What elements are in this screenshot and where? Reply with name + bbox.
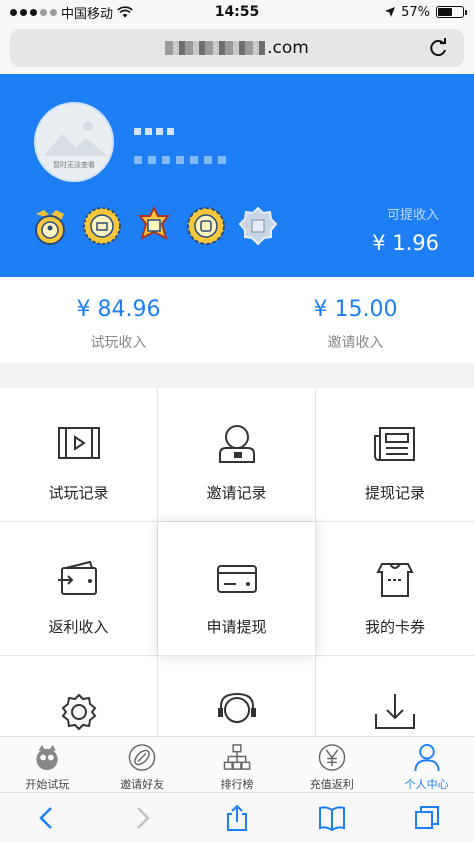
url-masked-part [165,41,266,55]
withdraw-records-button[interactable]: 提现记录 [316,388,474,522]
invite-income[interactable]: ¥ 15.00 邀请收入 [237,277,474,363]
trial-income-value: ¥ 84.96 [76,297,161,322]
coupon-icon [376,563,414,597]
trial-records-button[interactable]: 试玩记录 [0,388,158,522]
avatar-caption: 暂时无法查看 [53,161,95,169]
trial-records-label: 试玩记录 [48,484,109,502]
username-masked [134,120,194,135]
hierarchy-icon [223,744,251,770]
battery-percent: 57% [401,4,430,20]
tab-leaderboard[interactable]: 排行榜 [190,737,285,792]
badge-2-icon[interactable] [82,206,122,246]
browser-toolbar [0,792,474,842]
withdrawable-balance: 可提收入 ¥ 1.96 [372,204,439,255]
user-id-masked [134,156,226,164]
badge-4-icon[interactable] [186,206,226,246]
apply-withdraw-label: 申请提现 [206,618,267,636]
battery-icon [436,6,467,18]
profile-header: 暂时无法查看 可提收入 ¥ 1.96 [0,74,474,277]
bookmarks-icon[interactable] [318,804,346,832]
tab-recharge-rebate[interactable]: 充值返利 [284,737,379,792]
clock-time: 14:55 [214,4,260,20]
forward-icon[interactable] [128,804,156,832]
url-text: .com [267,38,309,58]
tabs-icon[interactable] [413,804,441,832]
tab-recharge-rebate-label: 充值返利 [309,778,354,791]
gear-icon [61,693,96,731]
wallet-icon [57,560,97,595]
invite-income-value: ¥ 15.00 [313,297,398,322]
withdrawable-value: ¥ 1.96 [372,231,439,255]
video-icon [57,427,100,459]
url-bar[interactable]: .com [10,29,464,67]
tab-personal-center-label: 个人中心 [404,778,449,791]
user-invite-icon [218,425,255,463]
badge-1-icon[interactable] [30,206,70,246]
app-tab-bar: 开始试玩 邀请好友 排行榜 充值返利 个人中心 [0,736,474,792]
my-coupons-button[interactable]: 我的卡券 [316,522,474,656]
rebate-income-button[interactable]: 返利收入 [0,522,158,656]
invite-income-label: 邀请收入 [327,335,384,351]
back-icon[interactable] [33,804,61,832]
income-summary: ¥ 84.96 试玩收入 ¥ 15.00 邀请收入 [0,277,474,363]
reload-icon[interactable] [426,36,450,60]
newspaper-icon [374,427,415,461]
person-icon [414,743,440,772]
tab-invite-friends[interactable]: 邀请好友 [95,737,190,792]
tab-start-trial[interactable]: 开始试玩 [0,737,95,792]
browser-url-area: .com [0,24,474,74]
badge-3-icon[interactable] [134,206,174,246]
headset-icon [217,692,256,723]
badge-row [30,206,278,246]
trial-income-label: 试玩收入 [90,335,147,351]
withdrawable-label: 可提收入 [386,208,439,223]
signal-icon [10,8,57,16]
rebate-income-label: 返利收入 [48,618,109,636]
share-icon[interactable] [223,804,251,832]
status-left: 中国移动 [10,3,190,22]
tab-personal-center[interactable]: 个人中心 [379,737,474,792]
status-right: 57% [284,4,467,20]
tab-start-trial-label: 开始试玩 [25,778,70,791]
carrier-text: 中国移动 [61,6,114,22]
my-coupons-label: 我的卡券 [364,618,425,636]
location-arrow-icon [385,7,396,17]
status-bar: 中国移动 14:55 57% [0,0,474,24]
mascot-icon [36,744,59,771]
tab-invite-friends-label: 邀请好友 [120,778,165,791]
invite-records-button[interactable]: 邀请记录 [158,388,316,522]
function-grid: 试玩记录 邀请记录 提现记录 返利收入 申请提现 我的卡券 [0,388,474,790]
avatar[interactable]: 暂时无法查看 [34,102,114,182]
trial-income[interactable]: ¥ 84.96 试玩收入 [0,277,237,363]
badge-5-icon[interactable] [238,206,278,246]
tab-leaderboard-label: 排行榜 [220,778,254,791]
football-icon [128,744,156,771]
download-tray-icon [375,694,415,729]
image-placeholder-icon [44,121,108,156]
withdraw-records-label: 提现记录 [364,484,425,502]
card-icon [216,565,257,593]
yen-icon [318,744,346,771]
invite-records-label: 邀请记录 [206,484,267,502]
apply-withdraw-button[interactable]: 申请提现 [158,522,316,656]
wifi-icon [117,6,133,18]
